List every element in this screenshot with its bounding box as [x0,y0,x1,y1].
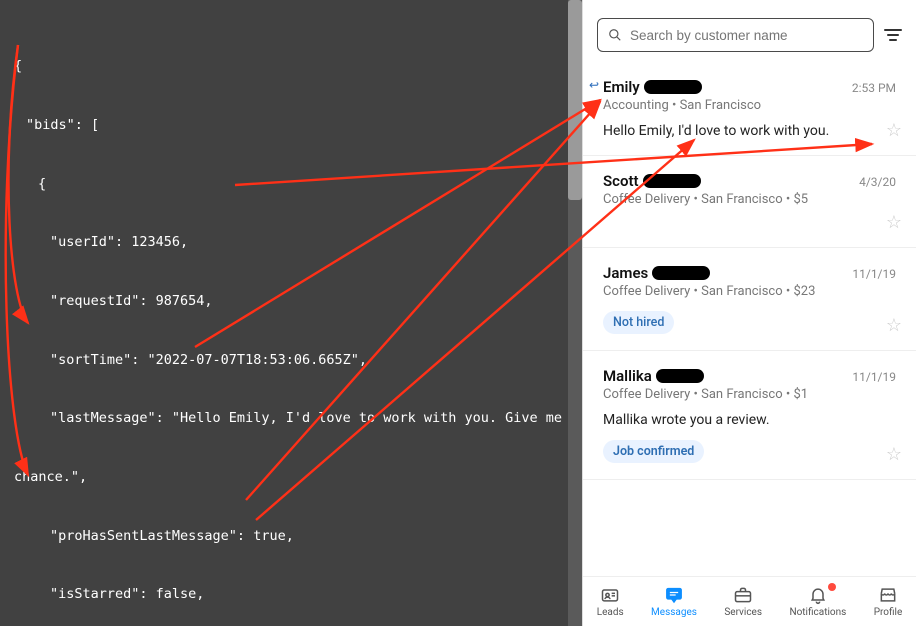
search-bar [583,0,916,62]
code-line: "userId": 123456, [14,233,568,253]
message-row[interactable]: ↩ Emily 2:53 PM Accounting • San Francis… [583,62,916,156]
tab-label: Profile [874,607,903,618]
customer-name: James [603,264,710,282]
code-line: "sortTime": "2022-07-07T18:53:06.665Z", [14,351,568,371]
star-icon[interactable]: ☆ [886,212,902,233]
customer-name: Mallika [603,367,704,385]
code-line: "bids": [ [14,116,568,136]
tab-messages[interactable]: Messages [651,585,697,618]
status-badge: Not hired [603,311,674,334]
meta-line: Coffee Delivery • San Francisco • $1 [603,387,896,402]
bell-icon [808,585,828,605]
customer-name: Emily [603,78,702,96]
code-line: { [14,57,568,77]
tab-label: Services [724,607,762,618]
message-row[interactable]: Mallika 11/1/19 Coffee Delivery • San Fr… [583,351,916,480]
code-line: "requestId": 987654, [14,292,568,312]
redacted-text [644,80,702,94]
code-scrollbar[interactable] [568,0,582,626]
tab-leads[interactable]: Leads [597,585,624,618]
tab-label: Leads [597,607,624,618]
redacted-text [656,369,704,383]
timestamp: 4/3/20 [859,175,896,189]
star-icon[interactable]: ☆ [886,315,902,336]
search-box[interactable] [597,18,874,52]
timestamp: 2:53 PM [852,81,896,95]
code-line: chance.", [14,468,568,488]
last-message: Mallika wrote you a review. [603,412,896,428]
briefcase-icon [733,585,753,605]
tab-label: Messages [651,607,697,618]
filter-button[interactable] [884,26,902,44]
json-code-pane: { "bids": [ { "userId": 123456, "request… [0,0,582,626]
tab-notifications[interactable]: Notifications [789,585,846,618]
meta-line: Accounting • San Francisco [603,98,896,113]
star-icon[interactable]: ☆ [886,120,902,141]
code-line: "isStarred": false, [14,585,568,605]
last-message: Hello Emily, I'd love to work with you. [603,123,896,139]
reply-icon: ↩ [589,78,599,92]
scroll-thumb[interactable] [568,0,582,200]
search-input[interactable] [630,28,863,43]
redacted-text [652,266,710,280]
messages-app: ↩ Emily 2:53 PM Accounting • San Francis… [582,0,916,626]
star-icon[interactable]: ☆ [886,444,902,465]
tab-services[interactable]: Services [724,585,762,618]
timestamp: 11/1/19 [852,267,896,281]
id-card-icon [600,585,620,605]
code-line: "proHasSentLastMessage": true, [14,527,568,547]
tab-bar: Leads Messages Services Notifications Pr… [583,576,916,626]
messages-list: ↩ Emily 2:53 PM Accounting • San Francis… [583,62,916,576]
search-icon [608,28,622,42]
timestamp: 11/1/19 [852,370,896,384]
message-row[interactable]: James 11/1/19 Coffee Delivery • San Fran… [583,248,916,351]
message-row[interactable]: Scott 4/3/20 Coffee Delivery • San Franc… [583,156,916,248]
status-badge: Job confirmed [603,440,704,463]
customer-name: Scott [603,172,701,190]
chat-icon [664,585,684,605]
code-line: "lastMessage": "Hello Emily, I'd love to… [14,409,568,429]
notification-dot [828,583,836,591]
meta-line: Coffee Delivery • San Francisco • $5 [603,192,896,207]
tab-label: Notifications [789,607,846,618]
redacted-text [643,174,701,188]
storefront-icon [878,585,898,605]
meta-line: Coffee Delivery • San Francisco • $23 [603,284,896,299]
code-line: { [14,175,568,195]
tab-profile[interactable]: Profile [874,585,903,618]
